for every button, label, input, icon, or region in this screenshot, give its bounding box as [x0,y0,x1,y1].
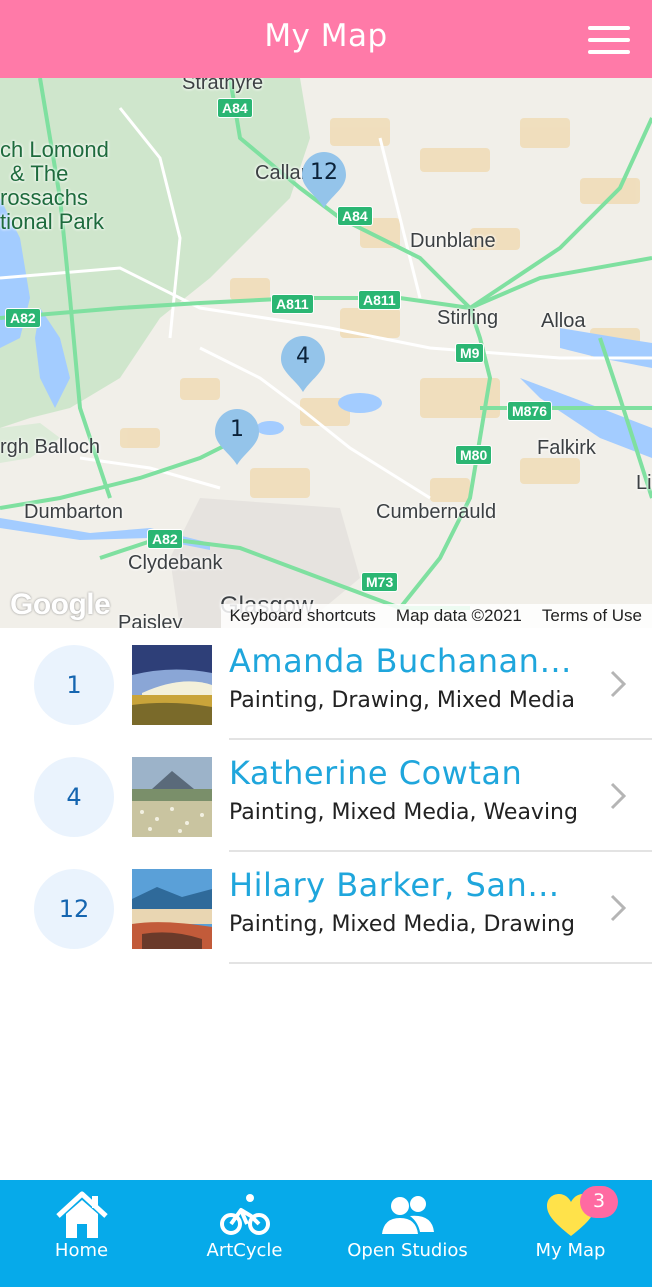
place-label: Li [636,472,652,494]
artist-name: Hilary Barker, Sandra... [229,866,579,904]
place-label: Paisley [118,612,183,628]
marker-number-badge: 12 [34,869,114,949]
chevron-right-icon [610,894,626,922]
artist-categories: Painting, Drawing, Mixed Media [229,688,575,713]
nav-home[interactable]: Home [0,1180,163,1287]
terms-of-use-link[interactable]: Terms of Use [542,606,642,626]
divider [229,962,652,964]
map-data-text: Map data ©2021 [395,606,522,625]
road-badge: M876 [507,401,553,421]
studio-list: 1 Amanda Buchanan H... Painting, Drawing… [0,628,652,964]
road-badge: A811 [271,294,314,314]
place-label: Stirling [437,307,499,329]
road-badge: M9 [455,343,485,363]
chevron-right-icon [610,782,626,810]
place-label: Clydebank [128,552,223,574]
page-title: My Map [264,18,388,54]
nav-label: ArtCycle [206,1240,283,1261]
artist-name: Amanda Buchanan H... [229,642,579,680]
park-label: ch Lomond [0,137,109,162]
hamburger-menu-button[interactable] [588,26,630,54]
artwork-thumbnail [132,757,212,837]
list-item[interactable]: 1 Amanda Buchanan H... Painting, Drawing… [0,628,652,740]
road-badge: A811 [358,290,401,310]
chevron-right-icon [610,670,626,698]
marker-number-badge: 4 [34,757,114,837]
place-label: Alloa [541,310,586,332]
map-view[interactable]: Strathyre Callander Dunblane Stirling Al… [0,78,652,628]
artist-categories: Painting, Mixed Media, Drawing [229,912,575,937]
nav-artcycle[interactable]: ArtCycle [163,1180,326,1287]
menu-bar-icon [588,26,630,30]
map-marker-4[interactable]: 4 [278,334,328,394]
home-icon [55,1191,108,1238]
place-label: Dumbarton [24,501,123,523]
road-badge: M80 [455,445,493,465]
road-badge: A84 [217,98,253,118]
app-header: My Map [0,0,652,78]
artwork-thumbnail [132,645,212,725]
marker-count: 1 [230,417,244,442]
place-label: Falkirk [537,437,596,459]
map-attribution: Keyboard shortcuts Map data ©2021 Terms … [221,604,652,628]
place-label: Dunblane [410,230,496,252]
bottom-nav: Home ArtCycle Open Studios My Map [0,1180,652,1287]
marker-count: 4 [296,344,310,369]
nav-label: My Map [535,1240,606,1261]
park-label: rossachs [0,185,89,210]
bicycle-icon [219,1194,270,1235]
menu-bar-icon [588,50,630,54]
place-label: Strathyre [182,78,264,94]
keyboard-shortcuts-link[interactable]: Keyboard shortcuts [229,606,375,626]
artist-name: Katherine Cowtan [229,754,523,792]
menu-bar-icon [588,38,630,42]
artist-categories: Painting, Mixed Media, Weaving [229,800,578,825]
park-label: tional Park [0,209,104,234]
place-label: rgh Balloch [0,436,101,458]
place-label: Cumbernauld [376,501,497,523]
road-badge: A82 [5,308,41,328]
road-badge: M73 [361,572,399,592]
marker-number-badge: 1 [34,645,114,725]
nav-label: Home [54,1240,109,1261]
google-logo: Google [10,588,111,621]
map-marker-12[interactable]: 12 [299,150,349,210]
artwork-thumbnail [132,869,212,949]
my-map-count-badge: 3 [580,1186,618,1218]
park-label: & The [10,161,69,186]
road-badge: A82 [147,529,183,549]
list-item[interactable]: 4 Katherine Cowtan Painting, Mixed Media… [0,740,652,852]
list-item[interactable]: 12 Hilary Barker, Sandra... Painting, Mi… [0,852,652,964]
nav-label: Open Studios [347,1240,468,1261]
map-marker-1[interactable]: 1 [212,407,262,467]
people-icon [381,1196,434,1234]
marker-count: 12 [310,160,338,185]
nav-open-studios[interactable]: Open Studios [326,1180,489,1287]
nav-my-map[interactable]: My Map [489,1180,652,1287]
